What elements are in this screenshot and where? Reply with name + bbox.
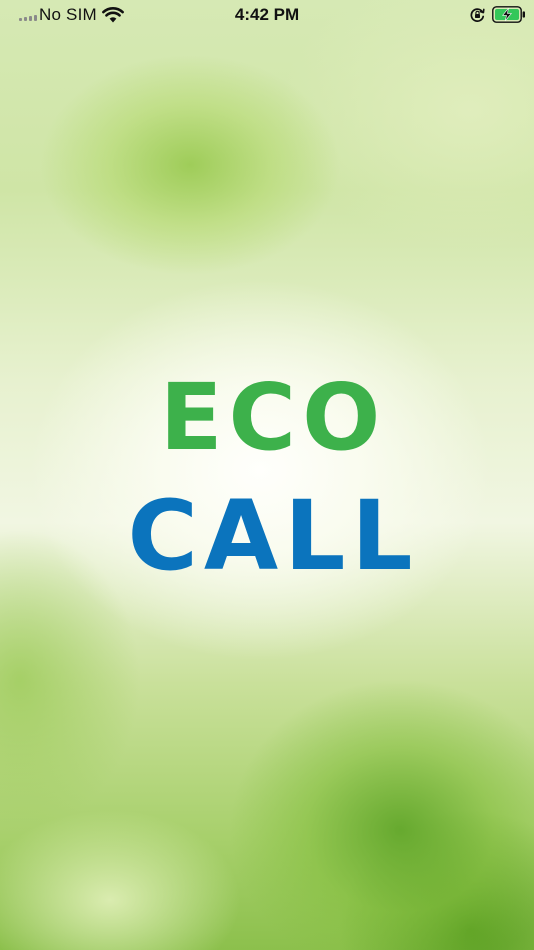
battery-charging-icon (492, 6, 525, 23)
status-bar: No SIM 4:42 PM (0, 0, 534, 30)
splash-screen: No SIM 4:42 PM ECO CALL (0, 0, 534, 950)
logo-call-text: CALL (127, 480, 419, 592)
logo-eco-text: ECO (159, 364, 387, 471)
rotation-lock-icon (470, 8, 485, 22)
status-time: 4:42 PM (234, 5, 300, 24)
